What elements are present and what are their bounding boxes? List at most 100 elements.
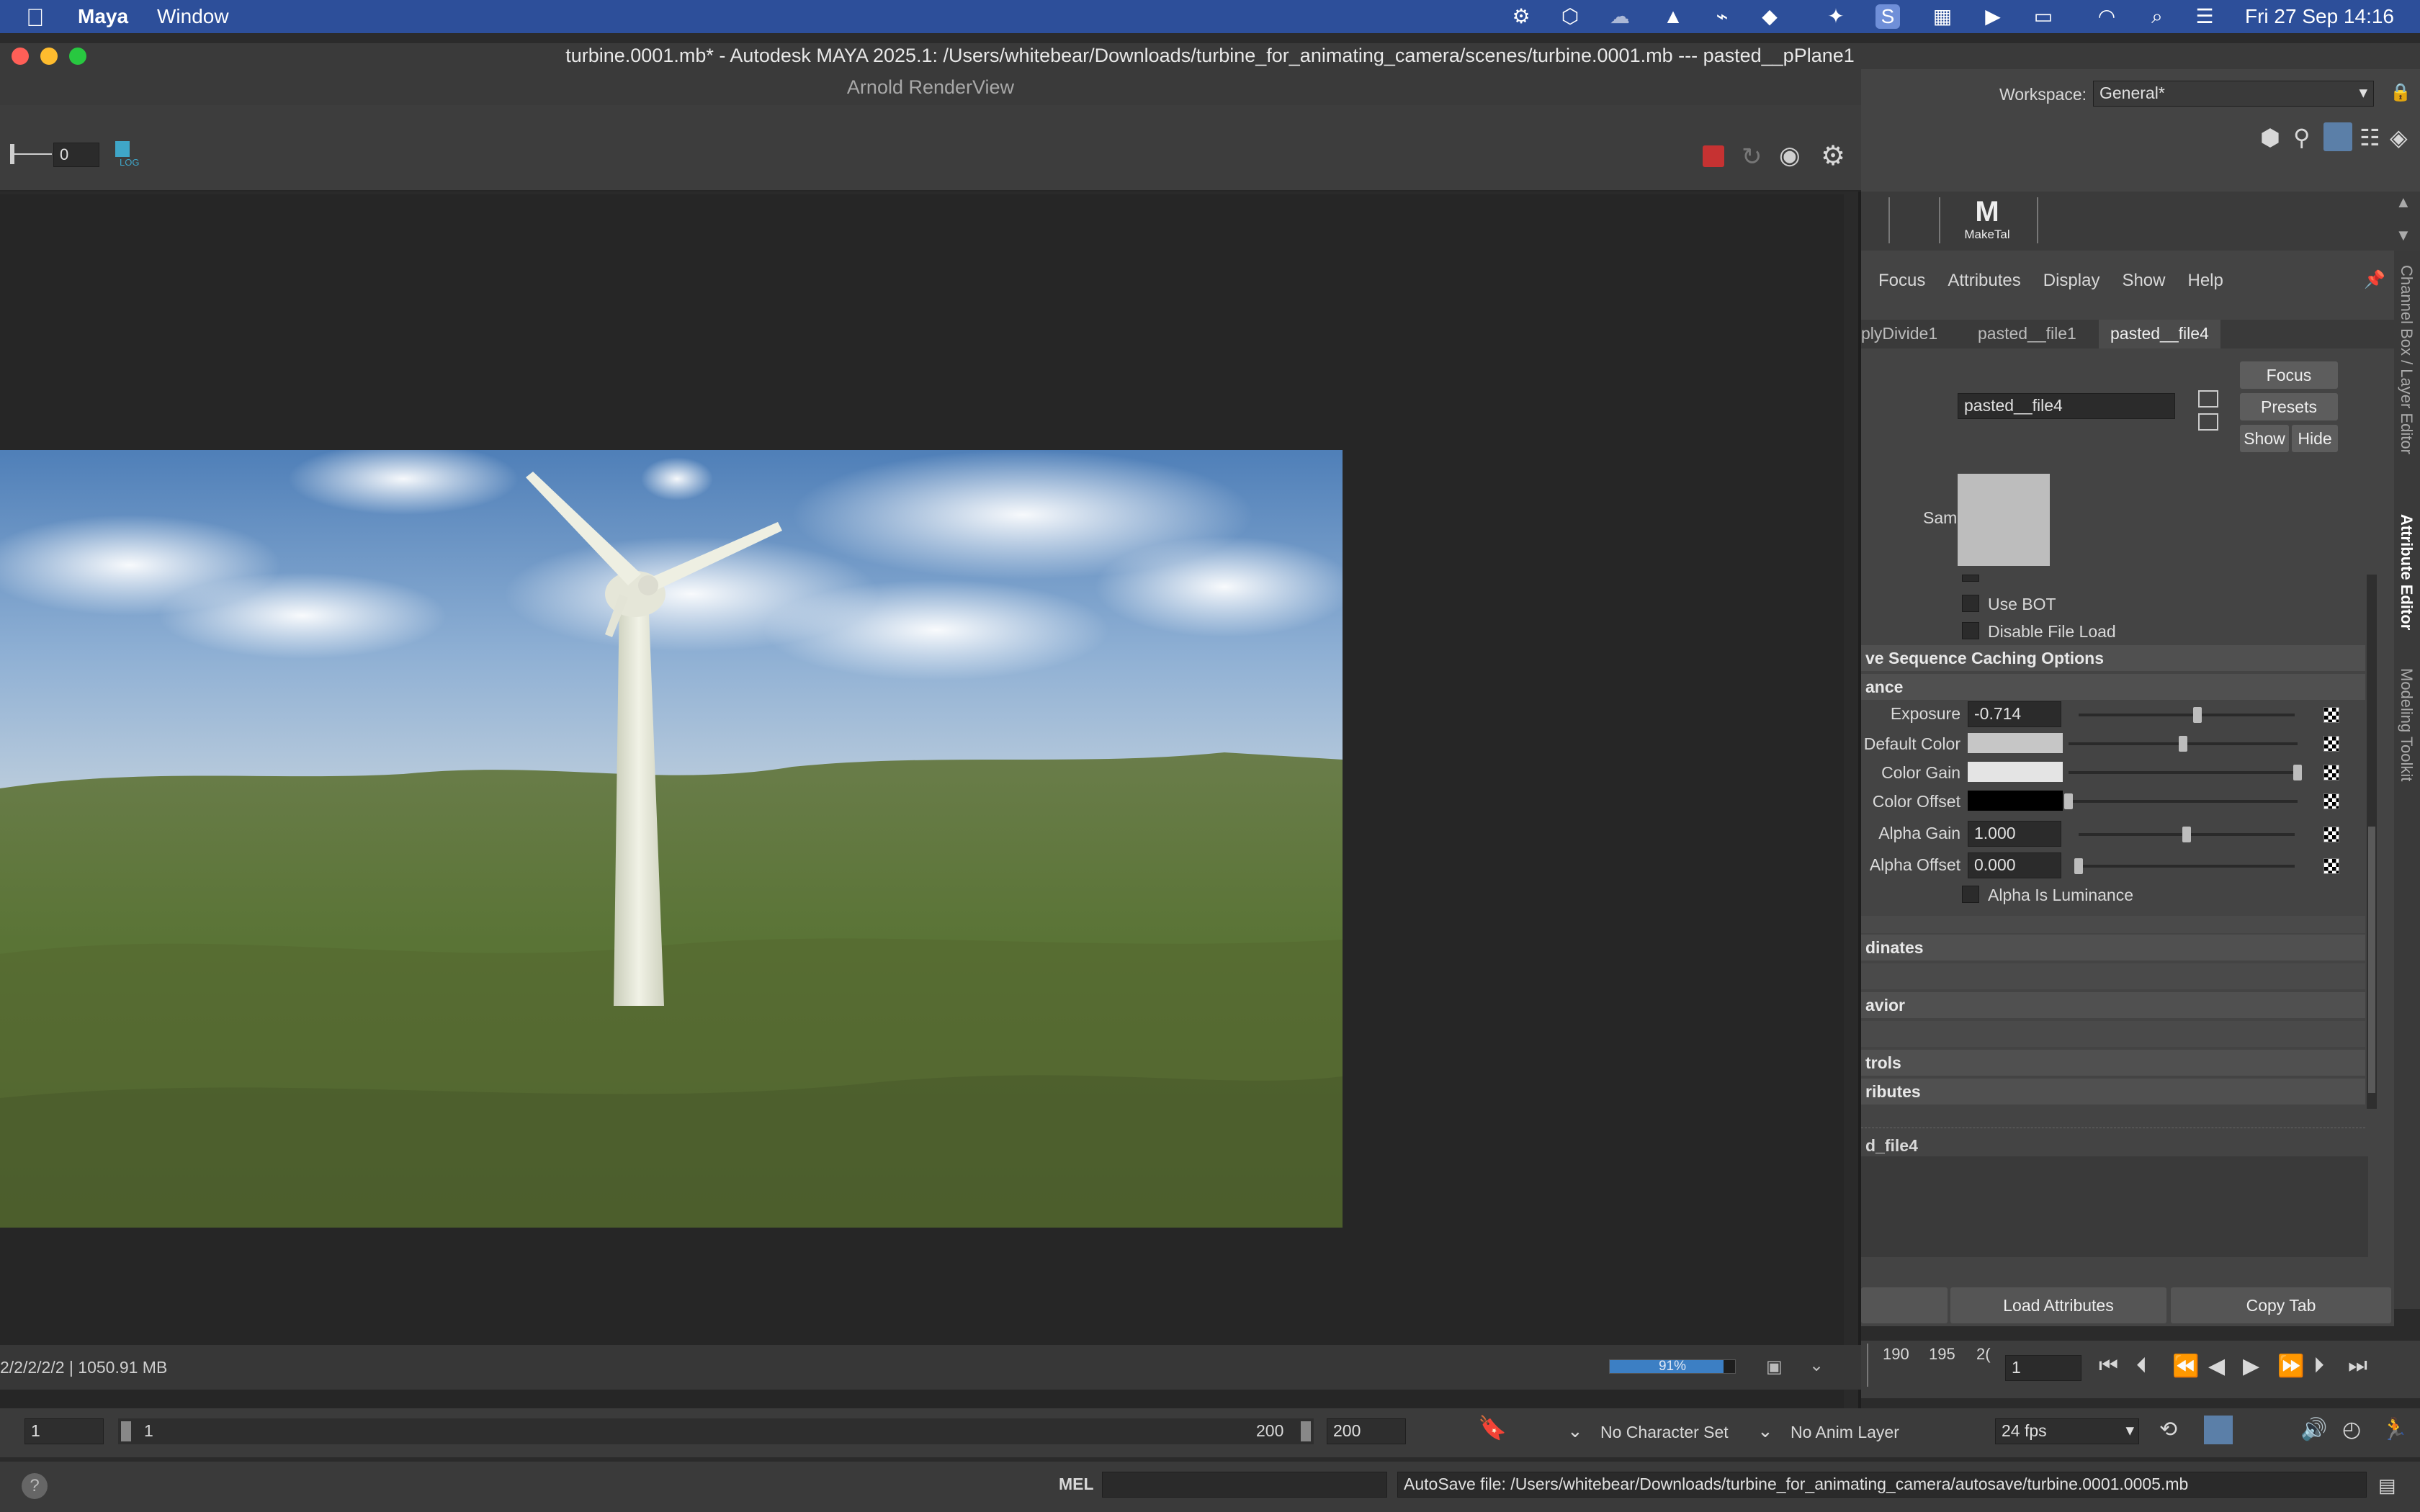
timeslider[interactable]: 190 195 2( 1 ⏮ ⏴ ⏪ ◀ ▶ ⏩ ⏵ ⏭: [1861, 1341, 2420, 1398]
script-language-toggle[interactable]: MEL: [1059, 1475, 1094, 1494]
checkbox-partial[interactable]: [1962, 575, 1979, 582]
go-to-end-icon[interactable]: ⏭: [2348, 1354, 2367, 1378]
section-extra-attributes[interactable]: ributes: [1861, 1079, 2365, 1104]
range-end-field[interactable]: 200: [1327, 1418, 1406, 1444]
search-icon[interactable]: ⌕: [2145, 4, 2169, 29]
ae-menu-focus[interactable]: Focus: [1878, 271, 1925, 291]
step-back-key-icon[interactable]: ⏪: [2172, 1354, 2199, 1379]
slider-knob[interactable]: [2179, 736, 2187, 752]
cube-icon[interactable]: ⬡: [1558, 4, 1582, 29]
step-forward-key-icon[interactable]: ⏩: [2277, 1354, 2304, 1379]
chevron-down-icon[interactable]: ⌄: [1757, 1420, 1773, 1442]
log-icon[interactable]: LOG: [112, 141, 139, 168]
cloud-icon[interactable]: ☁: [1608, 4, 1632, 29]
copy-tab-button[interactable]: Copy Tab: [2171, 1287, 2391, 1323]
anim-layer-dropdown[interactable]: No Anim Layer: [1791, 1423, 1899, 1442]
clock-icon[interactable]: ◴: [2342, 1417, 2361, 1442]
section-uuid-controls[interactable]: trols: [1861, 1050, 2365, 1076]
apple-menu-icon[interactable]: : [26, 4, 45, 32]
layers-icon[interactable]: ◈: [2390, 124, 2408, 151]
select-button[interactable]: [1861, 1287, 1948, 1323]
ae-menu-attributes[interactable]: Attributes: [1948, 271, 2020, 291]
go-to-start-icon[interactable]: ⏮: [2099, 1354, 2118, 1378]
drive-icon[interactable]: ▲: [1661, 4, 1685, 29]
tab-attribute-editor[interactable]: Attribute Editor: [2397, 514, 2416, 630]
slider-knob[interactable]: [2064, 793, 2073, 809]
current-frame-field[interactable]: 1: [2005, 1355, 2081, 1381]
status-app-icon-1[interactable]: ⚙: [1509, 4, 1533, 29]
refresh-render-icon[interactable]: ↻: [1742, 143, 1762, 171]
hide-button[interactable]: Hide: [2292, 425, 2338, 452]
menu-maya[interactable]: Maya: [78, 5, 128, 28]
outliner-icon[interactable]: ☷: [2360, 124, 2380, 151]
minimize-window-button[interactable]: [40, 48, 58, 65]
auto-key-icon[interactable]: [2204, 1416, 2233, 1444]
battery-icon[interactable]: ▭: [2031, 4, 2056, 29]
maketal-shelf-button[interactable]: M MakeTal: [1962, 196, 2012, 246]
section-uv-coordinates[interactable]: dinates: [1861, 935, 2365, 960]
wifi-icon[interactable]: ◠: [2094, 4, 2119, 29]
color-gain-slider[interactable]: [2069, 765, 2302, 780]
ae-scrollbar-thumb[interactable]: [2368, 827, 2375, 1093]
stop-render-button[interactable]: [1703, 145, 1724, 167]
lock-icon[interactable]: 🔒: [2390, 82, 2411, 103]
workspace-dropdown[interactable]: General* ▾: [2093, 81, 2374, 107]
show-button[interactable]: Show: [2240, 425, 2289, 452]
keyboard-icon[interactable]: ▦: [1930, 4, 1955, 29]
exposure-field[interactable]: -0.714: [1968, 701, 2061, 727]
section-color-balance[interactable]: ance: [1861, 674, 2365, 700]
map-button-icon[interactable]: [2323, 827, 2339, 842]
paint-icon[interactable]: ◆: [1757, 4, 1782, 29]
section-node-behavior[interactable]: avior: [1861, 992, 2365, 1018]
range-handle-end[interactable]: [1301, 1421, 1311, 1441]
zoom-window-button[interactable]: [69, 48, 86, 65]
slider-track[interactable]: [2069, 771, 2298, 774]
slider-track[interactable]: [2069, 800, 2298, 803]
default-color-swatch[interactable]: [1968, 733, 2063, 753]
map-button-icon[interactable]: [2323, 858, 2339, 874]
shelf-scroll-up-icon[interactable]: ▲: [2396, 193, 2411, 212]
play-forwards-icon[interactable]: ▶: [2243, 1354, 2259, 1379]
section-image-sequence-caching[interactable]: ve Sequence Caching Options: [1861, 645, 2365, 671]
slider-knob[interactable]: [2182, 827, 2191, 842]
exposure-slider-track[interactable]: [14, 153, 52, 155]
modeling-icon[interactable]: ⬢: [2260, 124, 2280, 151]
mel-input[interactable]: [1102, 1472, 1387, 1498]
tab-pasted-file4[interactable]: pasted__file4: [2099, 320, 2220, 348]
character-set-dropdown[interactable]: No Character Set: [1600, 1423, 1729, 1442]
focus-output-icon[interactable]: [2198, 413, 2218, 431]
range-handle-start[interactable]: [121, 1421, 131, 1441]
map-button-icon[interactable]: [2323, 736, 2339, 752]
exposure-slider[interactable]: [2079, 707, 2295, 723]
range-slider[interactable]: 1 200: [118, 1418, 1314, 1444]
play-backwards-icon[interactable]: ◀: [2208, 1354, 2225, 1379]
focus-button[interactable]: Focus: [2240, 361, 2338, 389]
color-gain-swatch[interactable]: [1968, 762, 2063, 782]
wifi-off-icon[interactable]: ⌁: [1710, 4, 1734, 29]
menu-window[interactable]: Window: [157, 5, 229, 28]
step-back-frame-icon[interactable]: ⏴: [2136, 1354, 2147, 1378]
tab-channel-box[interactable]: Channel Box / Layer Editor: [2397, 265, 2416, 454]
alpha-offset-field[interactable]: 0.000: [1968, 852, 2061, 878]
default-color-slider[interactable]: [2069, 736, 2298, 752]
pin-icon[interactable]: 📌: [2364, 269, 2385, 290]
running-man-icon[interactable]: 🏃: [2381, 1417, 2408, 1442]
tab-polydivide[interactable]: plyDivide1: [1861, 324, 1937, 343]
presets-button[interactable]: Presets: [2240, 393, 2338, 420]
alpha-gain-slider[interactable]: [2079, 827, 2295, 842]
slider-track[interactable]: [2079, 714, 2295, 716]
render-viewport[interactable]: [0, 194, 1844, 1411]
ipr-signal-icon[interactable]: ◉: [1779, 141, 1801, 170]
map-button-icon[interactable]: [2323, 707, 2339, 723]
alpha-offset-slider[interactable]: [2074, 858, 2295, 874]
ae-menu-display[interactable]: Display: [2043, 271, 2100, 291]
snapshot-icon[interactable]: ▣: [1766, 1356, 1783, 1377]
bookmark-icon[interactable]: 🔖: [1478, 1414, 1507, 1441]
skype-icon[interactable]: S: [1876, 4, 1900, 29]
help-icon[interactable]: ?: [22, 1473, 48, 1499]
ae-menu-show[interactable]: Show: [2122, 271, 2165, 291]
slider-knob[interactable]: [2193, 707, 2202, 723]
slider-track[interactable]: [2079, 865, 2295, 868]
control-center-icon[interactable]: ☰: [2192, 4, 2217, 29]
pin-icon[interactable]: ✦: [1824, 4, 1848, 29]
